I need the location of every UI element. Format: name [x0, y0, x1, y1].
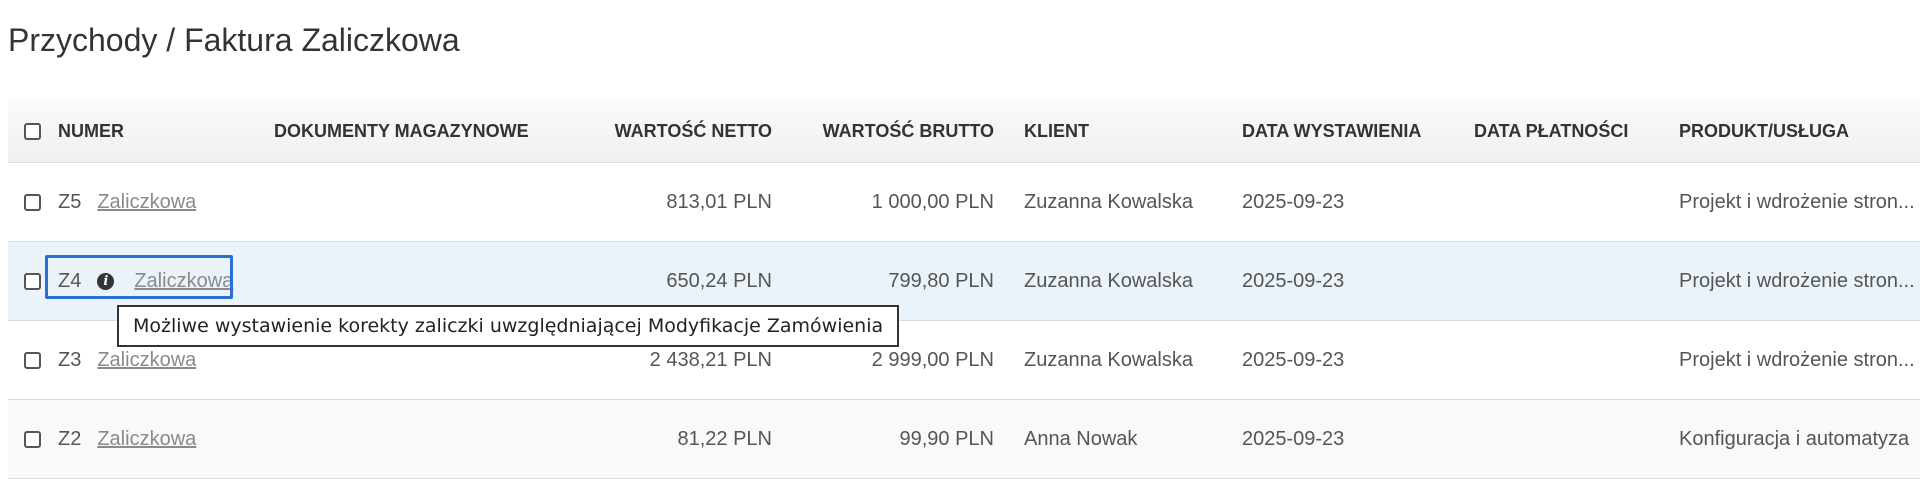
info-tooltip: Możliwe wystawienie korekty zaliczki uwz…	[117, 305, 900, 347]
client-name: Anna Nowak	[1024, 427, 1138, 450]
column-header-netto[interactable]: WARTOŚĆ NETTO	[568, 100, 772, 162]
row-select-cell	[24, 321, 41, 399]
row-select-cell	[24, 242, 41, 320]
table-row[interactable]: Z2 Zaliczkowa 81,22 PLN 99,90 PLN Anna N…	[8, 400, 1920, 479]
row-checkbox[interactable]	[24, 193, 41, 211]
issue-date: 2025-09-23	[1242, 427, 1345, 450]
invoice-number: Z2	[58, 427, 82, 450]
product-name: Projekt i wdrożenie stron...	[1679, 348, 1915, 371]
product-name: Konfiguracja i automatyza	[1679, 427, 1910, 450]
page-title: Przychody / Faktura Zaliczkowa	[8, 22, 460, 58]
invoice-table: NUMER DOKUMENTY MAGAZYNOWE WARTOŚĆ NETTO…	[8, 100, 1920, 479]
issue-date: 2025-09-23	[1242, 348, 1345, 371]
invoice-type-link[interactable]: Zaliczkowa	[97, 191, 196, 214]
column-header-data-platnosci[interactable]: DATA PŁATNOŚCI	[1474, 100, 1628, 162]
product-name: Projekt i wdrożenie stron...	[1679, 269, 1915, 292]
column-header-produkt[interactable]: PRODUKT/USŁUGA	[1679, 100, 1849, 162]
row-checkbox[interactable]	[24, 430, 41, 448]
net-value: 81,22 PLN	[677, 427, 772, 450]
column-header-dokumenty[interactable]: DOKUMENTY MAGAZYNOWE	[274, 100, 529, 162]
select-all-cell	[24, 100, 41, 162]
column-header-data-wystawienia[interactable]: DATA WYSTAWIENIA	[1242, 100, 1421, 162]
gross-value: 1 000,00 PLN	[871, 190, 994, 213]
column-header-brutto[interactable]: WARTOŚĆ BRUTTO	[778, 100, 994, 162]
number-cell: Z2 Zaliczkowa	[58, 400, 196, 478]
number-cell: Z5 Zaliczkowa	[58, 163, 196, 241]
invoice-number: Z3	[58, 348, 82, 371]
client-name: Zuzanna Kowalska	[1024, 190, 1193, 213]
invoice-type-link[interactable]: Zaliczkowa	[134, 270, 233, 293]
invoice-type-link[interactable]: Zaliczkowa	[97, 349, 196, 372]
row-select-cell	[24, 400, 41, 478]
invoice-number: Z5	[58, 190, 82, 213]
invoice-type-link[interactable]: Zaliczkowa	[97, 428, 196, 451]
row-checkbox[interactable]	[24, 351, 41, 369]
invoice-number: Z4	[58, 269, 82, 292]
row-checkbox[interactable]	[24, 272, 41, 290]
client-name: Zuzanna Kowalska	[1024, 269, 1193, 292]
row-select-cell	[24, 163, 41, 241]
issue-date: 2025-09-23	[1242, 190, 1345, 213]
gross-value: 99,90 PLN	[899, 427, 994, 450]
issue-date: 2025-09-23	[1242, 269, 1345, 292]
product-name: Projekt i wdrożenie stron...	[1679, 190, 1915, 213]
table-row[interactable]: Z5 Zaliczkowa 813,01 PLN 1 000,00 PLN Zu…	[8, 163, 1920, 242]
table-header: NUMER DOKUMENTY MAGAZYNOWE WARTOŚĆ NETTO…	[8, 100, 1920, 163]
column-header-numer[interactable]: NUMER	[58, 100, 124, 162]
info-circle-icon[interactable]: i	[97, 272, 115, 290]
client-name: Zuzanna Kowalska	[1024, 348, 1193, 371]
select-all-checkbox[interactable]	[24, 122, 41, 140]
column-header-klient[interactable]: KLIENT	[1024, 100, 1089, 162]
net-value: 813,01 PLN	[666, 190, 772, 213]
